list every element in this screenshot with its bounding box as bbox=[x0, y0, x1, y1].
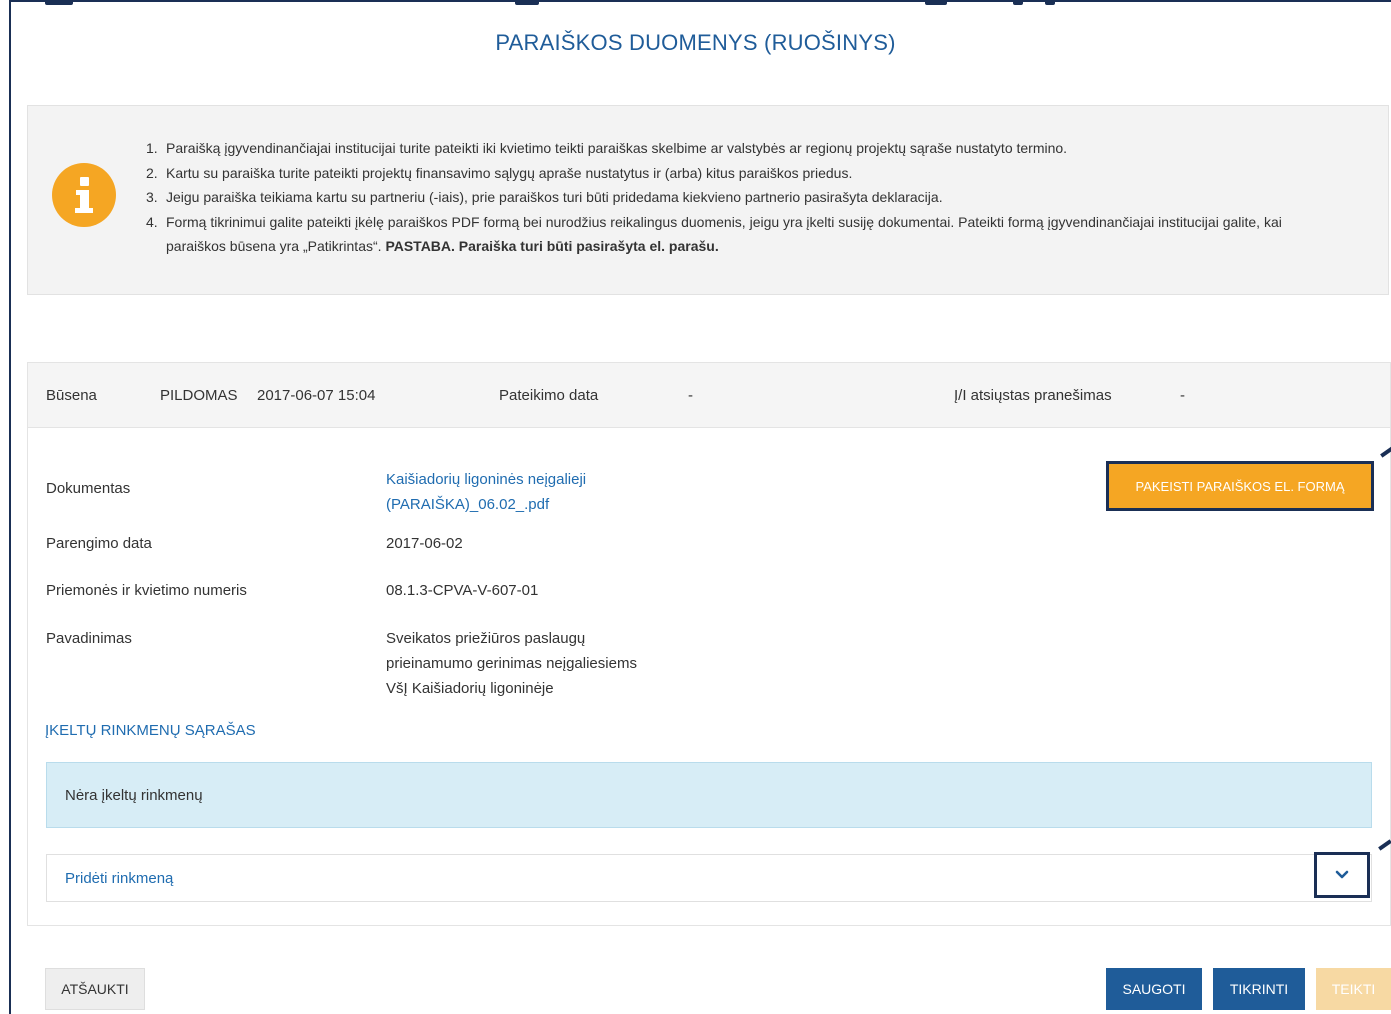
info-item: 2. Kartu su paraiška turite pateikti proj… bbox=[146, 164, 853, 181]
cancel-button[interactable]: ATŠAUKTI bbox=[45, 968, 145, 1010]
page-title: PARAIŠKOS DUOMENYS (RUOŠINYS) bbox=[495, 30, 896, 55]
notice-label: Į/I atsiųstas pranešimas bbox=[954, 387, 1112, 404]
check-button[interactable]: TIKRINTI bbox=[1213, 968, 1305, 1010]
add-file-panel[interactable]: Pridėti rinkmeną bbox=[46, 854, 1372, 902]
frame-border-left bbox=[9, 0, 11, 1014]
measure-value: 08.1.3-CPVA-V-607-01 bbox=[386, 582, 539, 599]
info-panel: 1. Paraišką įgyvendinančiajai institucija… bbox=[27, 105, 1389, 295]
change-form-button[interactable]: PAKEISTI PARAIŠKOS EL. FORMĄ bbox=[1106, 461, 1374, 511]
prep-date-value: 2017-06-02 bbox=[386, 535, 463, 552]
chevron-down-icon bbox=[1335, 870, 1349, 879]
prep-date-label: Parengimo data bbox=[46, 535, 152, 552]
submit-date-value: - bbox=[688, 387, 693, 404]
submit-button[interactable]: TEIKTI bbox=[1316, 968, 1391, 1010]
name-label: Pavadinimas bbox=[46, 630, 132, 647]
uploaded-files-heading: ĮKELTŲ RINKMENŲ SĄRAŠAS bbox=[45, 722, 256, 739]
measure-label: Priemonės ir kvietimo numeris bbox=[46, 582, 247, 599]
info-item: 3. Jeigu paraiška teikiama kartu su partn… bbox=[146, 189, 943, 205]
add-file-label[interactable]: Pridėti rinkmeną bbox=[65, 870, 173, 887]
status-datetime: 2017-06-07 15:04 bbox=[257, 387, 376, 404]
expand-add-file-button[interactable] bbox=[1314, 852, 1370, 898]
application-card: Būsena PILDOMAS 2017-06-07 15:04 Pateiki… bbox=[27, 362, 1391, 926]
info-icon bbox=[52, 163, 116, 227]
empty-files-text: Nėra įkeltų rinkmenų bbox=[65, 787, 203, 804]
info-item: 1. Paraišką įgyvendinančiajai institucija… bbox=[146, 140, 1068, 156]
status-value: PILDOMAS bbox=[160, 387, 238, 404]
save-button[interactable]: SAUGOTI bbox=[1106, 968, 1202, 1010]
status-label: Būsena bbox=[46, 387, 97, 404]
empty-files-notice: Nėra įkeltų rinkmenų bbox=[46, 762, 1372, 828]
status-row: Būsena PILDOMAS 2017-06-07 15:04 Pateiki… bbox=[28, 363, 1390, 428]
cropped-heading-remnant bbox=[45, 0, 1385, 6]
document-label: Dokumentas bbox=[46, 480, 131, 497]
signature-note: PASTABA. Paraiška turi būti pasirašyta e… bbox=[385, 238, 719, 254]
info-item: 4. Formą tikrinimui galite pateikti įkėlę… bbox=[146, 213, 1282, 255]
info-list: 1. Paraišką įgyvendinančiajai institucija… bbox=[146, 136, 1316, 259]
submit-date-label: Pateikimo data bbox=[499, 387, 599, 404]
project-name-value: Sveikatos priežiūros paslaugų prieinamumo… bbox=[386, 630, 637, 697]
document-link[interactable]: Kaišiadorių ligoninės neįgalieji (PARAIŠK… bbox=[386, 467, 586, 517]
notice-value: - bbox=[1180, 387, 1185, 404]
